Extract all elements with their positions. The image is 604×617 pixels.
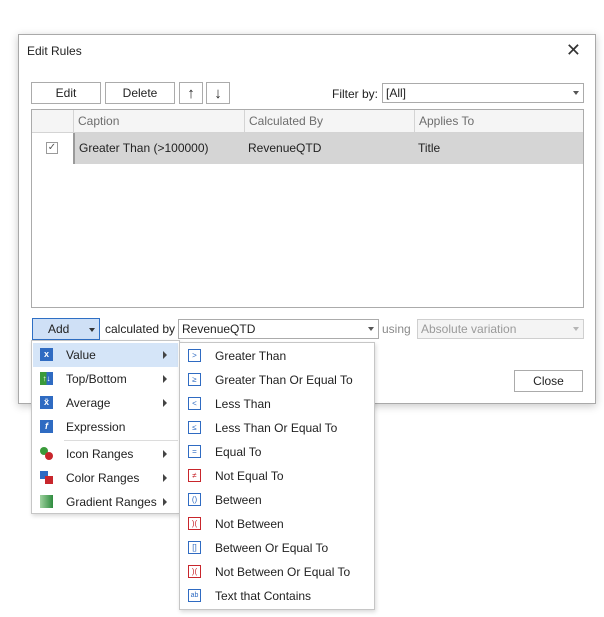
- submenu-item-label: Text that Contains: [215, 589, 312, 603]
- column-caption[interactable]: Caption: [73, 110, 244, 132]
- chevron-right-icon: [163, 498, 167, 506]
- using-value: Absolute variation: [421, 322, 517, 336]
- add-label: Add: [48, 322, 70, 336]
- value-icon: x: [40, 348, 53, 361]
- equal-icon: =: [188, 445, 201, 458]
- chevron-right-icon: [163, 450, 167, 458]
- menu-item-label: Average: [66, 396, 111, 410]
- chevron-right-icon: [163, 351, 167, 359]
- delete-button[interactable]: Delete: [105, 82, 175, 104]
- cell-calculated-by: RevenueQTD: [248, 141, 322, 155]
- submenu-item-not-between[interactable]: )( Not Between: [181, 512, 373, 536]
- submenu-item-less-than[interactable]: < Less Than: [181, 392, 373, 416]
- less-than-icon: <: [188, 397, 201, 410]
- submenu-item-label: Not Between Or Equal To: [215, 565, 351, 579]
- add-menu: x Value ↑↓ Top/Bottom x̄ Average f Expre…: [31, 340, 180, 514]
- filter-label: Filter by:: [332, 87, 379, 101]
- edit-button[interactable]: Edit: [31, 82, 101, 104]
- greater-equal-icon: ≥: [188, 373, 201, 386]
- menu-item-label: Color Ranges: [66, 471, 140, 485]
- between-icon: (): [188, 493, 201, 506]
- submenu-item-label: Equal To: [215, 445, 262, 459]
- submenu-item-label: Greater Than Or Equal To: [215, 373, 353, 387]
- menu-item-label: Expression: [66, 420, 126, 434]
- submenu-item-label: Between Or Equal To: [215, 541, 329, 555]
- not-between-equal-icon: )(: [188, 565, 201, 578]
- chevron-down-icon: [89, 328, 95, 332]
- chevron-down-icon: [368, 327, 374, 331]
- top-bottom-icon: ↑↓: [40, 372, 53, 385]
- submenu-item-label: Greater Than: [215, 349, 287, 363]
- filter-combo[interactable]: [All]: [382, 83, 584, 103]
- not-equal-icon: ≠: [188, 469, 201, 482]
- less-equal-icon: ≤: [188, 421, 201, 434]
- column-calculated-by[interactable]: Calculated By: [244, 110, 414, 132]
- rules-grid: Caption Calculated By Applies To ✓ Great…: [31, 109, 584, 308]
- calculated-by-label: calculated by: [105, 322, 176, 336]
- color-ranges-icon: [40, 471, 53, 484]
- row-selector[interactable]: ✓: [32, 133, 73, 164]
- chevron-right-icon: [163, 474, 167, 482]
- using-combo[interactable]: Absolute variation: [417, 319, 584, 339]
- submenu-item-label: Not Equal To: [215, 469, 284, 483]
- menu-item-icon-ranges[interactable]: Icon Ranges: [33, 442, 178, 466]
- submenu-item-label: Between: [215, 493, 262, 507]
- arrow-up-icon[interactable]: ↑: [179, 82, 203, 104]
- between-equal-icon: []: [188, 541, 201, 554]
- submenu-item-between-equal[interactable]: [] Between Or Equal To: [181, 536, 373, 560]
- chevron-down-icon: [573, 91, 579, 95]
- menu-item-color-ranges[interactable]: Color Ranges: [33, 466, 178, 490]
- menu-item-gradient-ranges[interactable]: Gradient Ranges: [33, 490, 178, 514]
- add-button[interactable]: Add: [32, 318, 100, 340]
- submenu-item-equal[interactable]: = Equal To: [181, 440, 373, 464]
- expression-icon: f: [40, 420, 53, 433]
- arrow-down-icon[interactable]: ↓: [206, 82, 230, 104]
- submenu-item-label: Not Between: [215, 517, 284, 531]
- not-between-icon: )(: [188, 517, 201, 530]
- submenu-item-greater-equal[interactable]: ≥ Greater Than Or Equal To: [181, 368, 373, 392]
- row-checkbox[interactable]: ✓: [46, 142, 58, 154]
- close-icon[interactable]: ✕: [566, 41, 581, 59]
- submenu-item-label: Less Than: [215, 397, 271, 411]
- submenu-item-label: Less Than Or Equal To: [215, 421, 338, 435]
- cell-applies-to: Title: [418, 141, 441, 155]
- menu-item-label: Top/Bottom: [66, 372, 127, 386]
- average-icon: x̄: [40, 396, 53, 409]
- column-applies-to[interactable]: Applies To: [414, 110, 584, 132]
- submenu-item-not-equal[interactable]: ≠ Not Equal To: [181, 464, 373, 488]
- close-button[interactable]: Close: [514, 370, 583, 392]
- menu-item-top-bottom[interactable]: ↑↓ Top/Bottom: [33, 367, 178, 391]
- menu-item-expression[interactable]: f Expression: [33, 415, 178, 439]
- submenu-item-less-equal[interactable]: ≤ Less Than Or Equal To: [181, 416, 373, 440]
- grid-header: Caption Calculated By Applies To: [32, 110, 583, 133]
- value-submenu: > Greater Than ≥ Greater Than Or Equal T…: [179, 342, 375, 610]
- submenu-item-text-contains[interactable]: ab Text that Contains: [181, 584, 373, 608]
- submenu-item-between[interactable]: () Between: [181, 488, 373, 512]
- menu-item-label: Icon Ranges: [66, 447, 134, 461]
- text-contains-icon: ab: [188, 589, 201, 602]
- menu-item-value[interactable]: x Value: [33, 343, 178, 367]
- menu-separator: [64, 440, 178, 441]
- menu-item-average[interactable]: x̄ Average: [33, 391, 178, 415]
- menu-item-label: Gradient Ranges: [66, 495, 157, 509]
- calculated-by-combo[interactable]: RevenueQTD: [178, 319, 379, 339]
- chevron-right-icon: [163, 375, 167, 383]
- chevron-down-icon: [573, 327, 579, 331]
- table-row[interactable]: ✓ Greater Than (>100000) RevenueQTD Titl…: [32, 133, 583, 164]
- filter-value: [All]: [386, 86, 407, 100]
- menu-item-label: Value: [66, 348, 96, 362]
- submenu-item-not-between-equal[interactable]: )( Not Between Or Equal To: [181, 560, 373, 584]
- chevron-right-icon: [163, 399, 167, 407]
- icon-ranges-icon: [40, 447, 53, 460]
- using-label: using: [382, 322, 411, 336]
- greater-than-icon: >: [188, 349, 201, 362]
- dialog-title: Edit Rules: [27, 44, 82, 58]
- submenu-item-greater-than[interactable]: > Greater Than: [181, 344, 373, 368]
- cell-caption: Greater Than (>100000): [73, 133, 244, 164]
- gradient-ranges-icon: [40, 495, 53, 508]
- calculated-by-value: RevenueQTD: [182, 322, 256, 336]
